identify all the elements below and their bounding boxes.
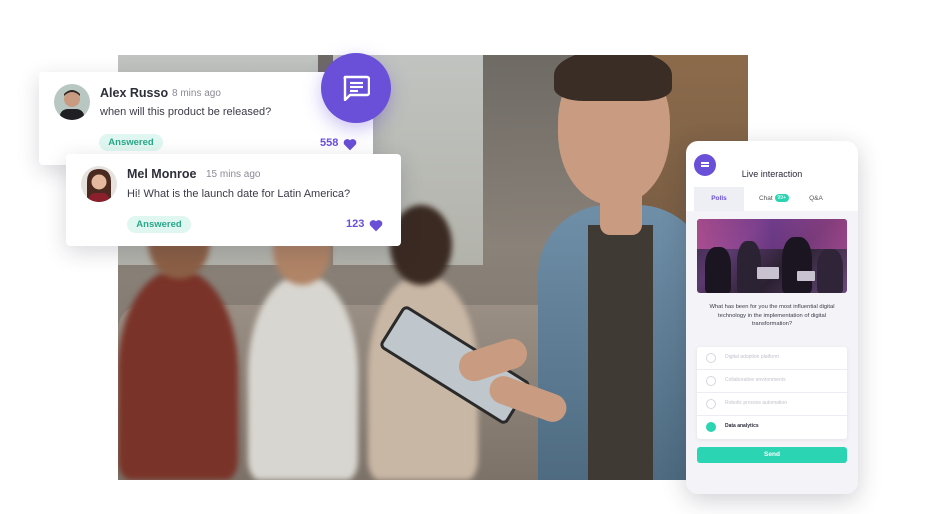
radio-button[interactable] xyxy=(706,399,716,409)
poll-option[interactable]: Collaborative environments xyxy=(697,370,847,393)
heart-icon[interactable] xyxy=(369,219,383,232)
tab-label: Chat xyxy=(758,195,773,202)
avatar xyxy=(54,84,90,120)
man-hair xyxy=(554,55,672,101)
tab-chat[interactable]: Chat 99+ xyxy=(747,187,801,211)
poll-options: Digital adoption platform Collaborative … xyxy=(697,347,847,439)
poll-option-label: Digital adoption platform xyxy=(725,354,779,360)
chat-count-badge: 99+ xyxy=(774,194,790,202)
comment-author: Mel Monroe xyxy=(127,167,197,181)
radio-button[interactable] xyxy=(706,376,716,386)
tab-bar: Polls Chat 99+ Q&A xyxy=(694,187,850,211)
poll-option-label: Collaborative environments xyxy=(725,377,786,383)
poll-option-label: Data analytics xyxy=(725,423,759,429)
comment-card: Mel Monroe 15 mins ago Hi! What is the l… xyxy=(66,154,401,246)
like-count: 558 xyxy=(320,137,339,149)
status-badge: Answered xyxy=(99,134,163,151)
comment-message: Hi! What is the launch date for Latin Am… xyxy=(127,188,351,200)
tab-polls[interactable]: Polls xyxy=(694,187,744,211)
comment-message: when will this product be released? xyxy=(100,106,272,118)
tab-label: Q&A xyxy=(809,195,823,202)
radio-button[interactable] xyxy=(706,422,716,432)
poll-option[interactable]: Robotic process automation xyxy=(697,393,847,416)
phone-title: Live interaction xyxy=(741,169,803,179)
poll-option-label: Robotic process automation xyxy=(725,400,787,406)
comment-author: Alex Russo xyxy=(100,86,169,100)
phone-mockup: Live interaction Polls Chat 99+ Q&A What… xyxy=(686,141,858,494)
chat-bubble-icon xyxy=(343,75,370,101)
comment-time: 15 mins ago xyxy=(206,169,261,180)
poll-option[interactable]: Digital adoption platform xyxy=(697,347,847,370)
man-tshirt xyxy=(588,225,653,480)
avatar xyxy=(81,166,117,202)
like-count: 123 xyxy=(346,218,365,230)
person-blurred xyxy=(248,275,358,480)
status-badge: Answered xyxy=(127,216,191,233)
send-button[interactable]: Send xyxy=(697,447,847,463)
chat-button[interactable] xyxy=(321,53,391,123)
radio-button[interactable] xyxy=(706,353,716,363)
poll-panel: What has been for you the most influenti… xyxy=(686,211,858,494)
tab-qa[interactable]: Q&A xyxy=(802,187,830,211)
person-blurred xyxy=(118,270,238,480)
tab-label: Polls xyxy=(711,195,727,202)
comment-time: 8 mins ago xyxy=(172,88,221,99)
poll-option[interactable]: Data analytics xyxy=(697,416,847,439)
event-photo xyxy=(697,219,847,293)
poll-question: What has been for you the most influenti… xyxy=(709,304,835,327)
heart-icon[interactable] xyxy=(343,138,357,151)
